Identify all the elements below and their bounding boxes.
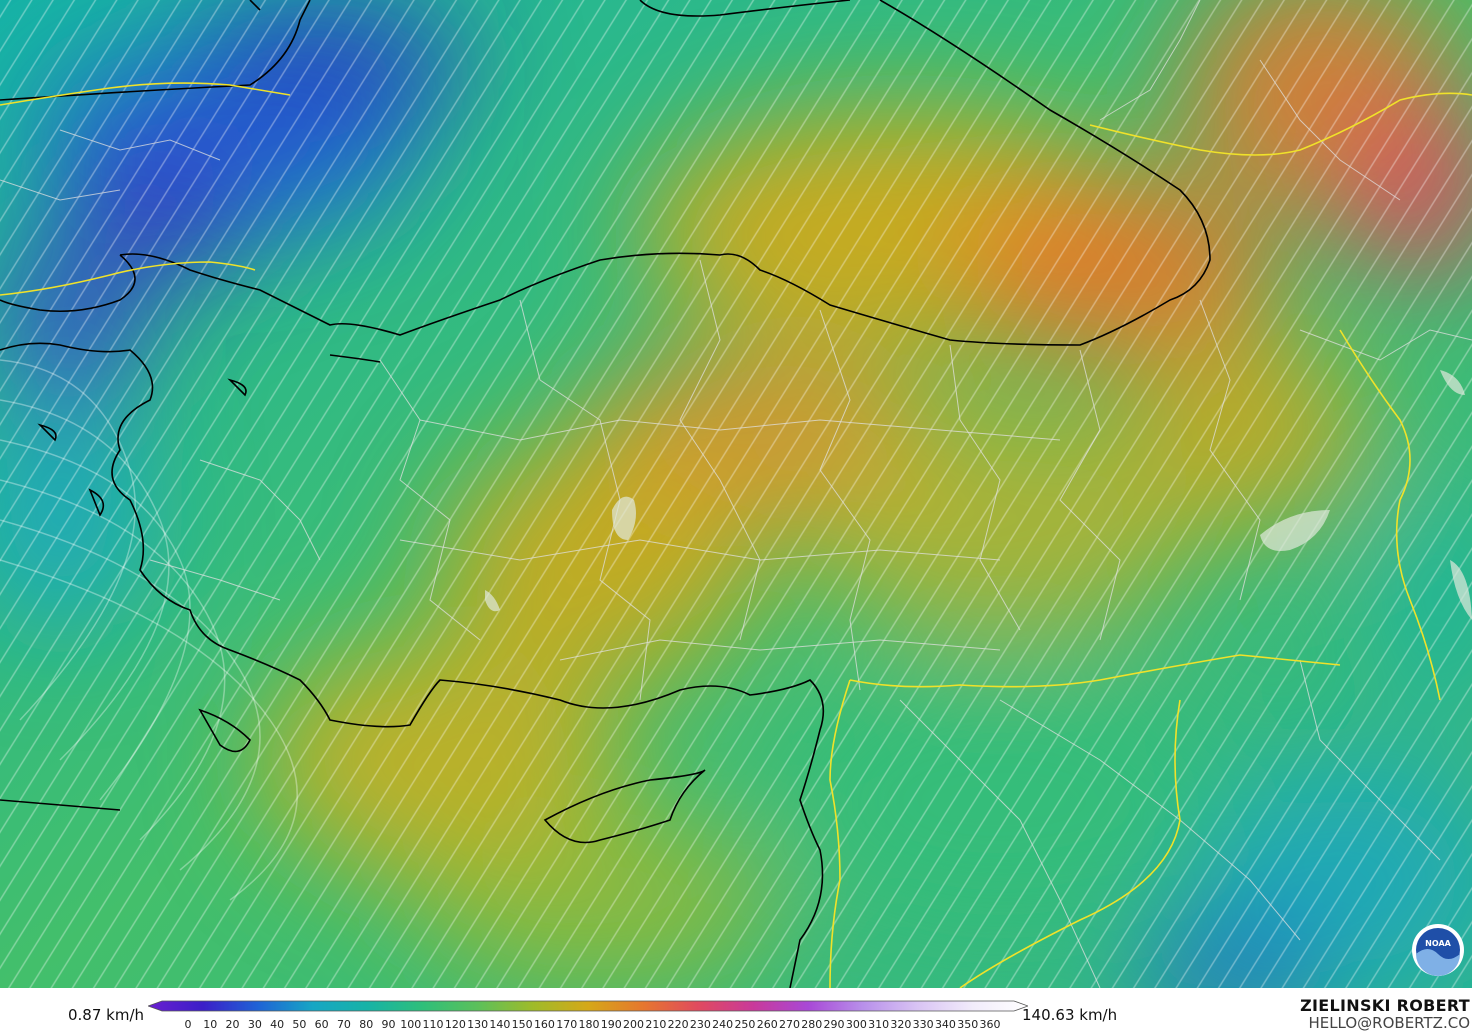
colorbar-tick-label: 230: [690, 1018, 711, 1031]
colorbar-tick-label: 300: [846, 1018, 867, 1031]
colorbar-tick-label: 170: [556, 1018, 577, 1031]
wind-map[interactable]: NOAA: [0, 0, 1472, 988]
colorbar-tick-label: 120: [445, 1018, 466, 1031]
colorbar-tick-label: 340: [935, 1018, 956, 1031]
colorbar-tick-label: 210: [645, 1018, 666, 1031]
colorbar-tick-label: 270: [779, 1018, 800, 1031]
colorbar-tick-label: 310: [868, 1018, 889, 1031]
colorbar-tick-label: 100: [400, 1018, 421, 1031]
colorbar-tick-label: 290: [824, 1018, 845, 1031]
colorbar-tick-label: 240: [712, 1018, 733, 1031]
colorbar-tick-label: 50: [292, 1018, 306, 1031]
colorbar-tick-label: 90: [382, 1018, 396, 1031]
colorbar-tick-label: 150: [512, 1018, 533, 1031]
colorbar-tick-label: 20: [226, 1018, 240, 1031]
wind-streamlines: [0, 0, 1472, 988]
colorbar-tick-label: 330: [913, 1018, 934, 1031]
colorbar-tick-label: 200: [623, 1018, 644, 1031]
colorbar-tick-label: 10: [203, 1018, 217, 1031]
colorbar-tick-label: 220: [668, 1018, 689, 1031]
colorbar-tick-label: 140: [489, 1018, 510, 1031]
colorbar: 0 10 20 30 40 50 60 70 80 90 100 110 120 130 140 150 160…: [148, 1000, 1028, 1031]
svg-text:NOAA: NOAA: [1425, 939, 1451, 948]
colorbar-ticks: 0 10 20 30 40 50 60 70 80 90 100 110 120 130 140 150 160…: [185, 1018, 1001, 1031]
colorbar-tick-label: 30: [248, 1018, 262, 1031]
colorbar-tick-label: 70: [337, 1018, 351, 1031]
colorbar-tick-label: 250: [734, 1018, 755, 1031]
noaa-logo: NOAA: [1412, 924, 1464, 976]
colorbar-min-label: 0.87 km/h: [68, 1006, 145, 1024]
colorbar-tick-label: 0: [185, 1018, 192, 1031]
colorbar-tick-label: 360: [980, 1018, 1001, 1031]
colorbar-tick-label: 260: [757, 1018, 778, 1031]
colorbar-tick-label: 350: [957, 1018, 978, 1031]
colorbar-tick-label: 60: [315, 1018, 329, 1031]
colorbar-tick-label: 160: [534, 1018, 555, 1031]
credit-email[interactable]: HELLO@ROBERTZ.CO: [1308, 1014, 1470, 1032]
colorbar-tick-label: 130: [467, 1018, 488, 1031]
colorbar-tick-label: 320: [890, 1018, 911, 1031]
colorbar-tick-label: 280: [801, 1018, 822, 1031]
wind-map-canvas: NOAA: [0, 0, 1472, 988]
colorbar-max-label: 140.63 km/h: [1022, 1006, 1118, 1024]
colorbar-tick-label: 40: [270, 1018, 284, 1031]
colorbar-ramp: [148, 1000, 1028, 1012]
colorbar-tick-label: 80: [359, 1018, 373, 1031]
credit-name: ZIELINSKI ROBERT: [1300, 996, 1470, 1015]
colorbar-tick-label: 110: [423, 1018, 444, 1031]
colorbar-tick-label: 190: [601, 1018, 622, 1031]
colorbar-tick-label: 180: [579, 1018, 600, 1031]
legend-footer: 0.87 km/h 0 10 20 30 40 50 60 70 80 90 100 110 120 13…: [0, 988, 1472, 1035]
